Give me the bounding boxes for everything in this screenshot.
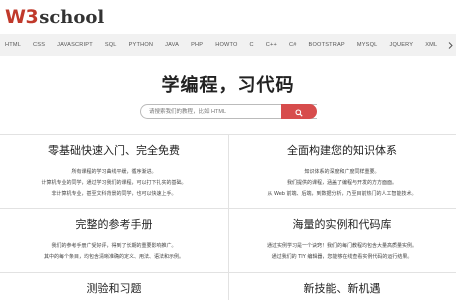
hero-section: 学编程，习代码 xyxy=(0,56,456,134)
feature-knowledge-system: 全面构建您的知识体系 知识体系的深度和广度同样重要。 我们提供的课程，涵盖了编程… xyxy=(228,134,456,208)
topnav-item-html[interactable]: HTML xyxy=(5,42,21,48)
topnav-list: HTML CSS JAVASCRIPT SQL PYTHON JAVA PHP HOWTO C C… xyxy=(0,34,456,56)
search-button[interactable] xyxy=(281,104,317,119)
feature-text: 通过实例学习是一个诀窍！我们的每门教程均包含大量高质量实例。 xyxy=(266,243,417,249)
feature-reference-manual: 完整的参考手册 我们的参考手册广受好评，得到了长期的重要影响推广。 其中的每个条… xyxy=(0,208,228,272)
feature-text: 我们提供的课程，涵盖了编程与开发的方方面面。 xyxy=(286,180,397,186)
topnav-item-javascript[interactable]: JAVASCRIPT xyxy=(57,42,93,48)
topnav-item-sql[interactable]: SQL xyxy=(105,42,117,48)
feature-title: 海量的实例和代码库 xyxy=(292,218,392,231)
topnav-item-php[interactable]: PHP xyxy=(191,42,203,48)
topnav-item-howto[interactable]: HOWTO xyxy=(215,42,237,48)
feature-free-beginner: 零基础快速入门、完全免费 所有课程的学习曲线平缓，循序渐进。 计算机专业的同学，… xyxy=(0,134,228,208)
feature-text: 计算机专业的同学，通过学习我们的课程，可以打下扎实的基础。 xyxy=(41,180,187,186)
feature-text: 通过我们的 TIY 编辑器，您能够在线查看实例代码的运行结果。 xyxy=(271,254,413,260)
topnav-item-c[interactable]: C# xyxy=(289,42,297,48)
feature-title: 全面构建您的知识体系 xyxy=(287,144,397,157)
topnav-item-c[interactable]: C xyxy=(250,42,254,48)
hero-title: 学编程，习代码 xyxy=(161,75,295,96)
feature-quizzes: 测验和习题 xyxy=(0,272,228,300)
feature-text: 知识体系的深度和广度同样重要。 xyxy=(304,169,380,175)
topnav-item-mysql[interactable]: MYSQL xyxy=(357,42,378,48)
search-icon xyxy=(295,102,303,121)
w3school-logo[interactable]: W3 school xyxy=(5,6,104,30)
chevron-right-icon[interactable] xyxy=(444,34,456,56)
feature-examples: 海量的实例和代码库 通过实例学习是一个诀窍！我们的每门教程均包含大量高质量实例。… xyxy=(228,208,456,272)
feature-text: 所有课程的学习曲线平缓，循序渐进。 xyxy=(71,169,157,175)
feature-title: 零基础快速入门、完全免费 xyxy=(48,144,180,157)
topnav-item-xml[interactable]: XML xyxy=(425,42,437,48)
topnav-item-bootstrap[interactable]: BOOTSTRAP xyxy=(309,42,345,48)
logo-school-wordmark: school xyxy=(39,7,105,28)
feature-text: 从 Web 前端、后端，到数据分析，乃至目前热门的人工智能技术。 xyxy=(267,191,417,197)
feature-title: 测验和习题 xyxy=(86,282,142,295)
topnav-item-css[interactable]: CSS xyxy=(33,42,45,48)
features-grid: 零基础快速入门、完全免费 所有课程的学习曲线平缓，循序渐进。 计算机专业的同学，… xyxy=(0,134,456,300)
topnav-item-java[interactable]: JAVA xyxy=(165,42,179,48)
feature-title: 新技能、新机遇 xyxy=(303,282,381,295)
logo-w3-mark: W3 xyxy=(5,6,39,28)
site-header: W3 school xyxy=(0,0,456,34)
feature-new-skills: 新技能、新机遇 xyxy=(228,272,456,300)
top-navigation: HTML CSS JAVASCRIPT SQL PYTHON JAVA PHP HOWTO C C… xyxy=(0,34,456,56)
feature-text: 非计算机专业，甚至文科背景的同学，也可以快速上手。 xyxy=(51,191,177,197)
feature-text: 其中的每个条目，均包含清晰准确的定义、用法、语法和示例。 xyxy=(43,254,184,260)
topnav-item-c[interactable]: C++ xyxy=(266,42,277,48)
feature-title: 完整的参考手册 xyxy=(75,218,153,231)
feature-text: 我们的参考手册广受好评，得到了长期的重要影响推广。 xyxy=(51,243,177,249)
topnav-item-jquery[interactable]: JQUERY xyxy=(389,42,413,48)
topnav-item-python[interactable]: PYTHON xyxy=(129,42,154,48)
